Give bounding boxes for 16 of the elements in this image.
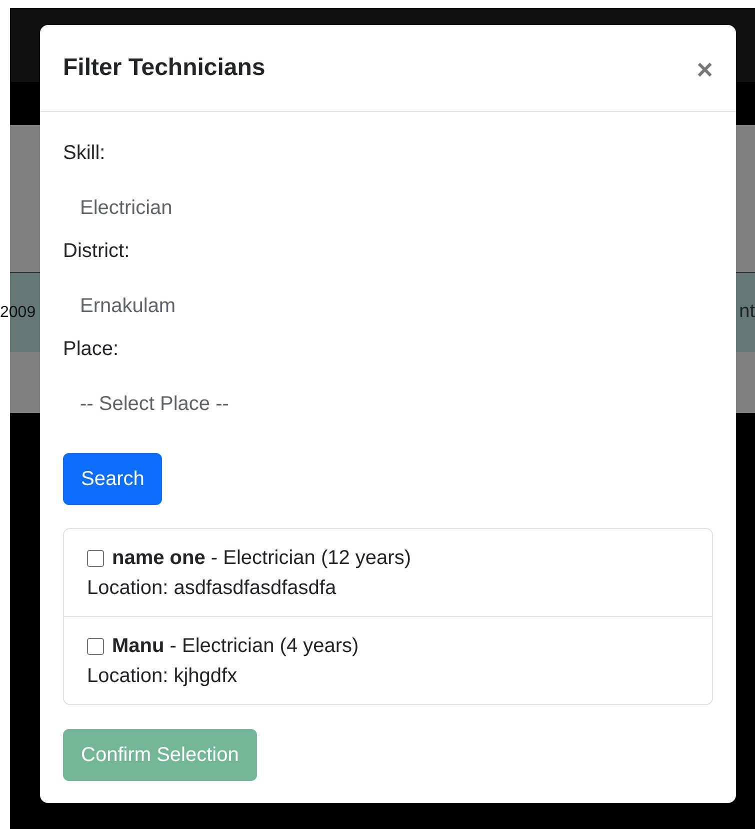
select-checkbox[interactable] (87, 550, 104, 566)
table-cell-text: nt (739, 300, 755, 324)
field-label: District: (63, 239, 130, 264)
dialog-title: Filter Technicians (63, 53, 266, 83)
select-checkbox[interactable] (87, 638, 104, 654)
search-button[interactable]: Search (63, 453, 162, 505)
close-button[interactable]: × (696, 56, 713, 84)
select-field[interactable]: Ernakulam (63, 279, 713, 333)
technician-location: Location: kjhgdfx (87, 664, 238, 689)
field-label: Skill: (63, 141, 106, 166)
technician-summary: name one - Electrician (12 years) (112, 546, 411, 571)
field-label: Place: (63, 337, 119, 362)
select-field[interactable]: -- Select Place -- (63, 377, 713, 431)
select-field[interactable]: Electrician (63, 181, 713, 235)
technician-location: Location: asdfasdfasdfasdfa (87, 576, 336, 601)
technician-summary: Manu - Electrician (4 years) (112, 634, 359, 659)
